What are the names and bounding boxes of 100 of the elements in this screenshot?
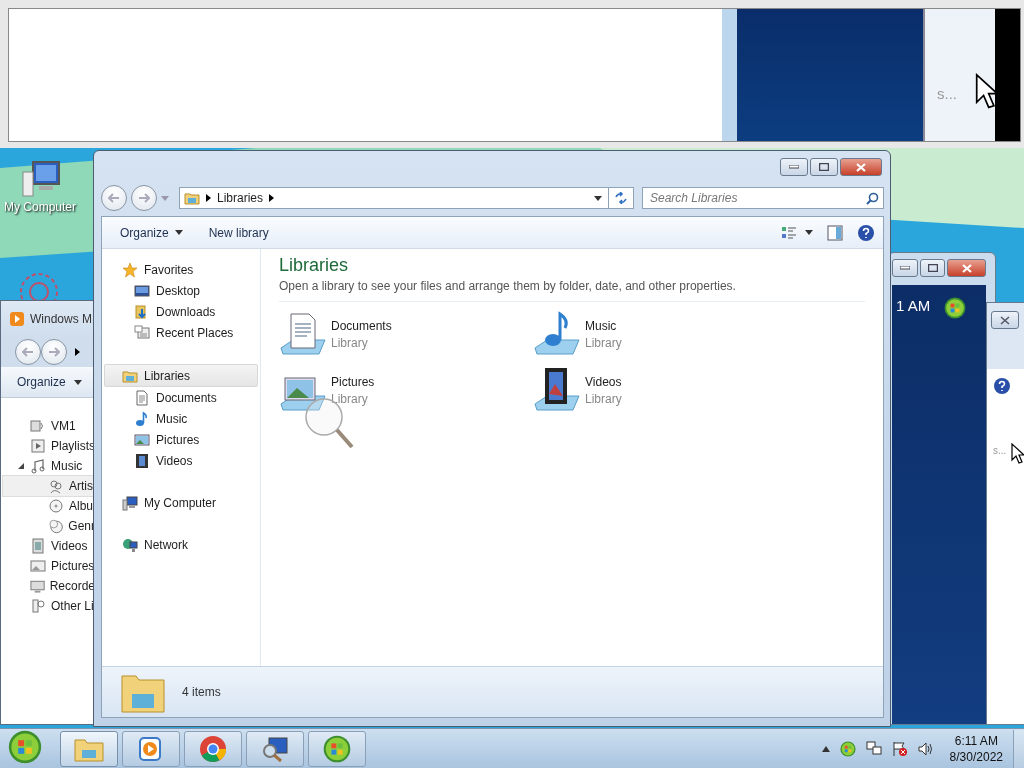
minimize-icon [789, 165, 799, 169]
library-name[interactable]: Documents [331, 318, 392, 333]
back-arrow-icon [22, 347, 34, 357]
help-icon[interactable] [993, 377, 1011, 395]
speaker-icon[interactable] [917, 740, 934, 757]
tree-item[interactable]: Other Li [51, 599, 94, 613]
maximize-icon [819, 163, 829, 171]
nav-item[interactable]: Recent Places [156, 325, 234, 340]
nav-item[interactable]: Videos [156, 453, 193, 468]
close-button[interactable] [947, 259, 986, 277]
item-count: 4 items [182, 685, 221, 699]
disc-icon [48, 498, 64, 514]
chevron-icon [75, 348, 80, 356]
tree-item[interactable]: Videos [51, 539, 88, 553]
forward-button[interactable] [131, 185, 157, 211]
tree-item[interactable]: Pictures [51, 559, 95, 573]
taskbar-button[interactable] [60, 730, 118, 767]
chrome-icon [199, 734, 227, 763]
computer-icon[interactable] [19, 160, 61, 200]
clock-time: 6:11 AM [954, 733, 998, 748]
nav-item[interactable]: Pictures [156, 432, 200, 447]
nav-item[interactable]: Downloads [156, 304, 216, 319]
library-type: Library [585, 391, 622, 406]
close-icon [1000, 315, 1010, 325]
refresh-icon[interactable] [614, 192, 628, 204]
nav-item[interactable]: Documents [156, 390, 217, 405]
search-field[interactable]: Search Libraries [642, 187, 884, 209]
document-icon [134, 389, 150, 406]
back-button[interactable] [15, 339, 41, 365]
nav-item[interactable]: Network [144, 537, 188, 552]
tree-item[interactable]: Recorde [49, 579, 95, 593]
library-name[interactable]: Music [585, 318, 622, 333]
breadcrumb[interactable]: Libraries [217, 191, 264, 205]
tree-item[interactable]: Music [51, 459, 83, 473]
clock-date: 8/30/2022 [949, 749, 1003, 764]
windows-logo-icon [323, 734, 351, 763]
taskbar-button[interactable] [184, 730, 242, 767]
nav-item[interactable]: My Computer [144, 495, 217, 510]
documents-library-icon [279, 310, 327, 358]
nav-item[interactable]: Libraries [144, 368, 191, 383]
preview-text: s... [937, 85, 957, 102]
people-icon [48, 478, 64, 494]
chevron-icon [206, 194, 211, 202]
page-description: Open a library to see your files and arrange them by folder, date, and other properties. [279, 279, 865, 302]
nav-item[interactable]: Music [156, 411, 188, 426]
film-strip-icon [134, 452, 150, 469]
tree-item[interactable]: Albu [69, 499, 94, 513]
clock[interactable]: 6:11 AM 8/30/2022 [949, 733, 1003, 764]
close-icon [856, 162, 866, 172]
close-button[interactable] [840, 158, 882, 176]
tree-item[interactable]: Playlists [51, 439, 95, 453]
magnifier-monitor-icon [261, 734, 289, 763]
help-icon[interactable] [857, 223, 875, 242]
minimize-button[interactable] [892, 259, 918, 277]
preview-pane-icon[interactable] [827, 224, 843, 241]
library-name[interactable]: Videos [585, 374, 622, 389]
nav-item[interactable]: Desktop [156, 283, 201, 298]
toolbar-button[interactable]: New library [200, 222, 277, 243]
library-name[interactable]: Pictures [331, 374, 375, 389]
search-icon [866, 192, 879, 205]
recent-places-icon [134, 324, 150, 341]
star-icon [122, 261, 138, 278]
music-note-icon [134, 410, 150, 427]
videos-library-icon [533, 366, 581, 414]
tree-item[interactable]: Artis [69, 479, 93, 493]
video-icon [30, 538, 46, 554]
library-type: Library [331, 391, 369, 406]
tv-icon [29, 578, 45, 594]
expanded-icon[interactable] [17, 462, 25, 470]
nav-item[interactable]: Favorites [144, 262, 194, 277]
minimize-button[interactable] [780, 158, 808, 176]
taskbar-button[interactable] [122, 730, 180, 767]
caret-icon [73, 379, 82, 385]
tree-item[interactable]: VM1 [51, 419, 76, 433]
minimize-icon [899, 266, 910, 270]
back-arrow-icon [108, 193, 120, 203]
view-options-icon[interactable] [781, 224, 797, 241]
tree-item[interactable]: Genr [68, 519, 95, 533]
maximize-button[interactable] [810, 158, 838, 176]
tray-expand-icon[interactable] [821, 745, 830, 752]
forward-button[interactable] [41, 339, 67, 365]
taskbar-button[interactable] [246, 730, 304, 767]
caret-icon [174, 230, 183, 235]
media-library-icon [30, 598, 46, 614]
library-type: Library [331, 335, 369, 350]
desktop-icon [134, 282, 150, 299]
chevron-icon [269, 194, 275, 202]
flag-icon[interactable] [891, 740, 908, 757]
music-library-icon [533, 310, 581, 358]
media-player-icon [138, 735, 164, 762]
picture-icon [134, 431, 150, 448]
address-bar[interactable]: Libraries [179, 187, 634, 209]
close-button[interactable] [991, 311, 1019, 329]
back-button[interactable] [101, 185, 127, 211]
windows-logo-icon [944, 297, 967, 319]
network-icon[interactable] [865, 740, 882, 757]
caret-icon [594, 195, 602, 201]
organize-menu[interactable]: Organize [112, 222, 191, 243]
taskbar-button[interactable] [308, 730, 366, 767]
maximize-button[interactable] [919, 259, 946, 277]
